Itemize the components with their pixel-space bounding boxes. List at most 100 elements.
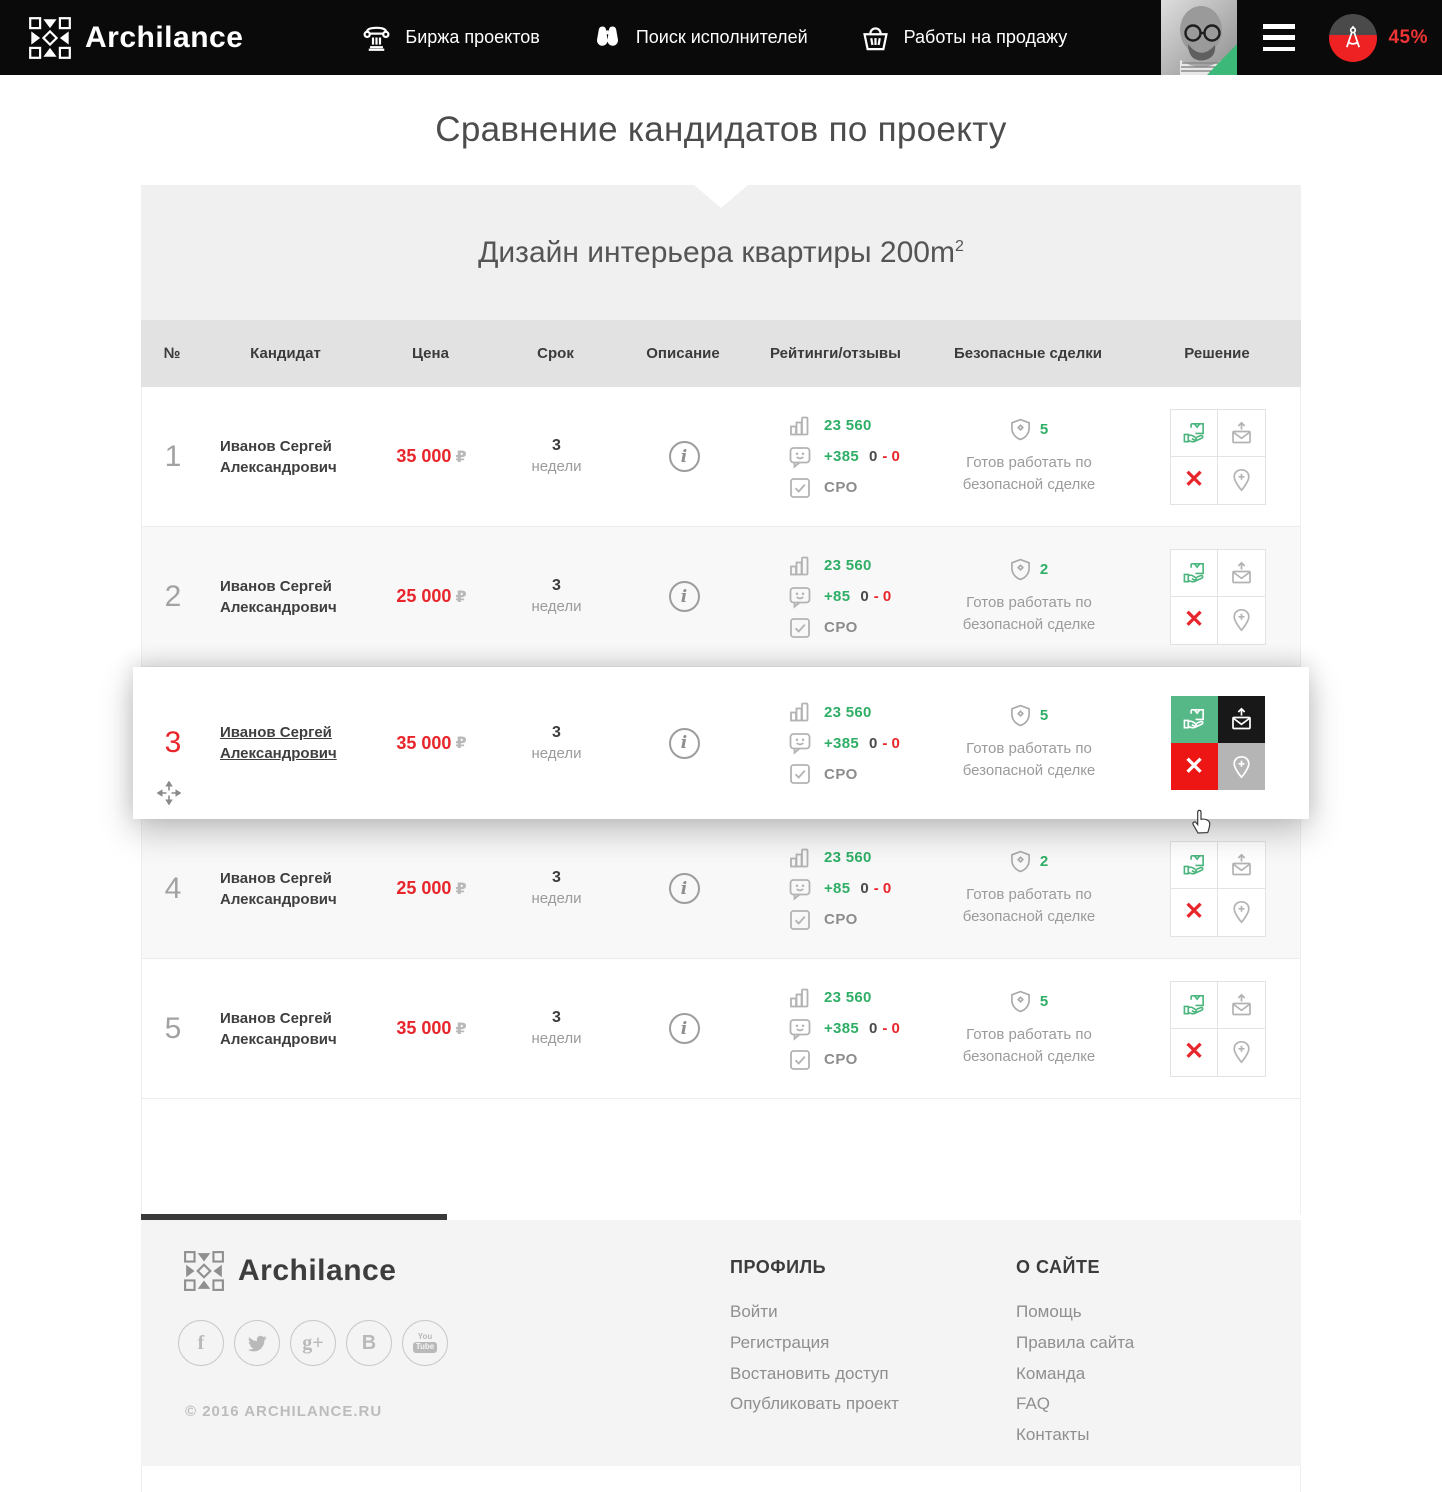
location-button[interactable] bbox=[1218, 889, 1265, 936]
hand-pointer-cursor bbox=[1188, 805, 1214, 835]
column-header-decision: Решение bbox=[1133, 345, 1301, 362]
vk-icon[interactable]: B bbox=[346, 1320, 392, 1366]
reviews-smiley-icon bbox=[788, 731, 812, 755]
drafting-compass-icon bbox=[1340, 25, 1366, 51]
footer-link-faq[interactable]: FAQ bbox=[1016, 1394, 1050, 1413]
rating-value: 23 560 bbox=[824, 849, 872, 866]
candidate-name-link[interactable]: Иванов Сергей Александрович bbox=[220, 1008, 352, 1050]
accept-deal-button[interactable] bbox=[1171, 842, 1218, 889]
footer-column-profile: ПРОФИЛЬ Войти Регистрация Востановить до… bbox=[730, 1257, 899, 1423]
user-avatar[interactable] bbox=[1161, 0, 1237, 75]
checkbox-icon bbox=[788, 476, 812, 500]
google-plus-icon[interactable]: g+ bbox=[290, 1320, 336, 1366]
accept-deal-button[interactable] bbox=[1171, 550, 1218, 597]
reject-button[interactable]: ✕ bbox=[1171, 743, 1218, 790]
send-message-button[interactable] bbox=[1218, 410, 1265, 457]
decision-buttons: ✕ bbox=[1170, 409, 1266, 505]
column-icon bbox=[361, 22, 392, 53]
footer-link-register[interactable]: Регистрация bbox=[730, 1333, 829, 1352]
nav-item-projects-exchange[interactable]: Биржа проектов bbox=[361, 22, 539, 53]
certificate-line: СРО bbox=[788, 908, 858, 932]
safe-deals-count: 5 bbox=[1040, 993, 1048, 1010]
accept-deal-button[interactable] bbox=[1171, 696, 1218, 743]
menu-button[interactable] bbox=[1263, 24, 1295, 51]
nav-item-works-for-sale[interactable]: Работы на продажу bbox=[860, 22, 1068, 53]
reject-button[interactable]: ✕ bbox=[1171, 597, 1218, 644]
location-button[interactable] bbox=[1218, 743, 1265, 790]
footer-link-restore-access[interactable]: Востановить доступ bbox=[730, 1364, 889, 1383]
accept-deal-button[interactable] bbox=[1171, 982, 1218, 1029]
reviews-positive: +85 bbox=[824, 588, 850, 605]
candidate-name-link[interactable]: Иванов Сергей Александрович bbox=[220, 436, 352, 478]
ratings-cell: 23 560 +85 0 - 0 bbox=[749, 554, 924, 640]
projects-rating-line: 23 560 bbox=[788, 986, 872, 1010]
projects-rating-line: 23 560 bbox=[788, 846, 872, 870]
nav-item-find-contractors[interactable]: Поиск исполнителей bbox=[592, 22, 808, 53]
price-cell: 25 000 ₽ bbox=[369, 586, 494, 607]
send-message-button[interactable] bbox=[1218, 842, 1265, 889]
price-value: 25 000 bbox=[396, 586, 451, 607]
table-row: 2 Иванов Сергей Александрович 25 000 ₽ 3… bbox=[142, 527, 1300, 667]
price-cell: 25 000 ₽ bbox=[369, 878, 494, 899]
binoculars-icon bbox=[592, 22, 623, 53]
term-cell: 3 недели bbox=[494, 576, 619, 616]
safe-deal-cell: 5 Готов работать по безопасной сделке bbox=[924, 418, 1134, 496]
nav-label: Работы на продажу bbox=[904, 27, 1068, 48]
bar-chart-icon bbox=[788, 414, 812, 438]
location-button[interactable] bbox=[1218, 1029, 1265, 1076]
location-button[interactable] bbox=[1218, 597, 1265, 644]
reviews-line: +385 0 - 0 bbox=[788, 1017, 900, 1041]
footer-link-site-rules[interactable]: Правила сайта bbox=[1016, 1333, 1134, 1352]
info-icon[interactable]: i bbox=[669, 581, 700, 612]
decision-cell: ✕ bbox=[1134, 695, 1302, 791]
reviews-line: +85 0 - 0 bbox=[788, 585, 891, 609]
reject-button[interactable]: ✕ bbox=[1171, 1029, 1218, 1076]
facebook-icon[interactable]: f bbox=[178, 1320, 224, 1366]
safe-deal-text: Готов работать по безопасной сделке bbox=[942, 738, 1117, 782]
footer-link-login[interactable]: Войти bbox=[730, 1302, 778, 1321]
youtube-icon[interactable]: YouTube bbox=[402, 1320, 448, 1366]
info-icon[interactable]: i bbox=[669, 873, 700, 904]
profile-progress-indicator[interactable] bbox=[1329, 14, 1377, 62]
footer-link-team[interactable]: Команда bbox=[1016, 1364, 1085, 1383]
column-header-term: Срок bbox=[493, 345, 618, 362]
projects-rating-line: 23 560 bbox=[788, 554, 872, 578]
bar-chart-icon bbox=[788, 700, 812, 724]
info-icon[interactable]: i bbox=[669, 728, 700, 759]
table-row: 5 Иванов Сергей Александрович 35 000 ₽ 3… bbox=[142, 959, 1300, 1099]
reject-button[interactable]: ✕ bbox=[1171, 457, 1218, 504]
decision-cell: ✕ bbox=[1134, 549, 1302, 645]
table-row: 3 Иванов Сергей Александрович 35 000 ₽ 3… bbox=[133, 667, 1309, 819]
footer-link-contacts[interactable]: Контакты bbox=[1016, 1425, 1089, 1444]
footer-link-publish-project[interactable]: Опубликовать проект bbox=[730, 1394, 899, 1413]
send-message-button[interactable] bbox=[1218, 982, 1265, 1029]
projects-rating-line: 23 560 bbox=[788, 414, 872, 438]
footer-brand-logo[interactable]: Archilance bbox=[183, 1250, 396, 1292]
candidate-cell: Иванов Сергей Александрович bbox=[204, 1008, 369, 1050]
ratings-cell: 23 560 +385 0 - 0 bbox=[749, 700, 924, 786]
shield-icon bbox=[1010, 704, 1031, 727]
currency-sign: ₽ bbox=[455, 447, 466, 467]
info-icon[interactable]: i bbox=[669, 441, 700, 472]
page-title: Сравнение кандидатов по проекту bbox=[435, 110, 1006, 150]
brand-logo[interactable]: Archilance bbox=[28, 16, 243, 60]
candidate-name-link[interactable]: Иванов Сергей Александрович bbox=[220, 722, 352, 764]
reject-button[interactable]: ✕ bbox=[1171, 889, 1218, 936]
send-message-button[interactable] bbox=[1218, 550, 1265, 597]
candidate-name-link[interactable]: Иванов Сергей Александрович bbox=[220, 868, 352, 910]
x-icon: ✕ bbox=[1184, 468, 1204, 492]
reviews-positive: +385 bbox=[824, 1020, 859, 1037]
twitter-icon[interactable] bbox=[234, 1320, 280, 1366]
description-cell: i bbox=[619, 1013, 749, 1044]
accept-deal-button[interactable] bbox=[1171, 410, 1218, 457]
table-row: 4 Иванов Сергей Александрович 25 000 ₽ 3… bbox=[142, 819, 1300, 959]
footer-link-help[interactable]: Помощь bbox=[1016, 1302, 1082, 1321]
send-message-button[interactable] bbox=[1218, 696, 1265, 743]
location-button[interactable] bbox=[1218, 457, 1265, 504]
ratings-cell: 23 560 +385 0 - 0 bbox=[749, 986, 924, 1072]
projects-rating-line: 23 560 bbox=[788, 700, 872, 724]
candidate-name-link[interactable]: Иванов Сергей Александрович bbox=[220, 576, 352, 618]
x-icon: ✕ bbox=[1184, 900, 1204, 924]
shield-icon bbox=[1010, 850, 1031, 873]
info-icon[interactable]: i bbox=[669, 1013, 700, 1044]
